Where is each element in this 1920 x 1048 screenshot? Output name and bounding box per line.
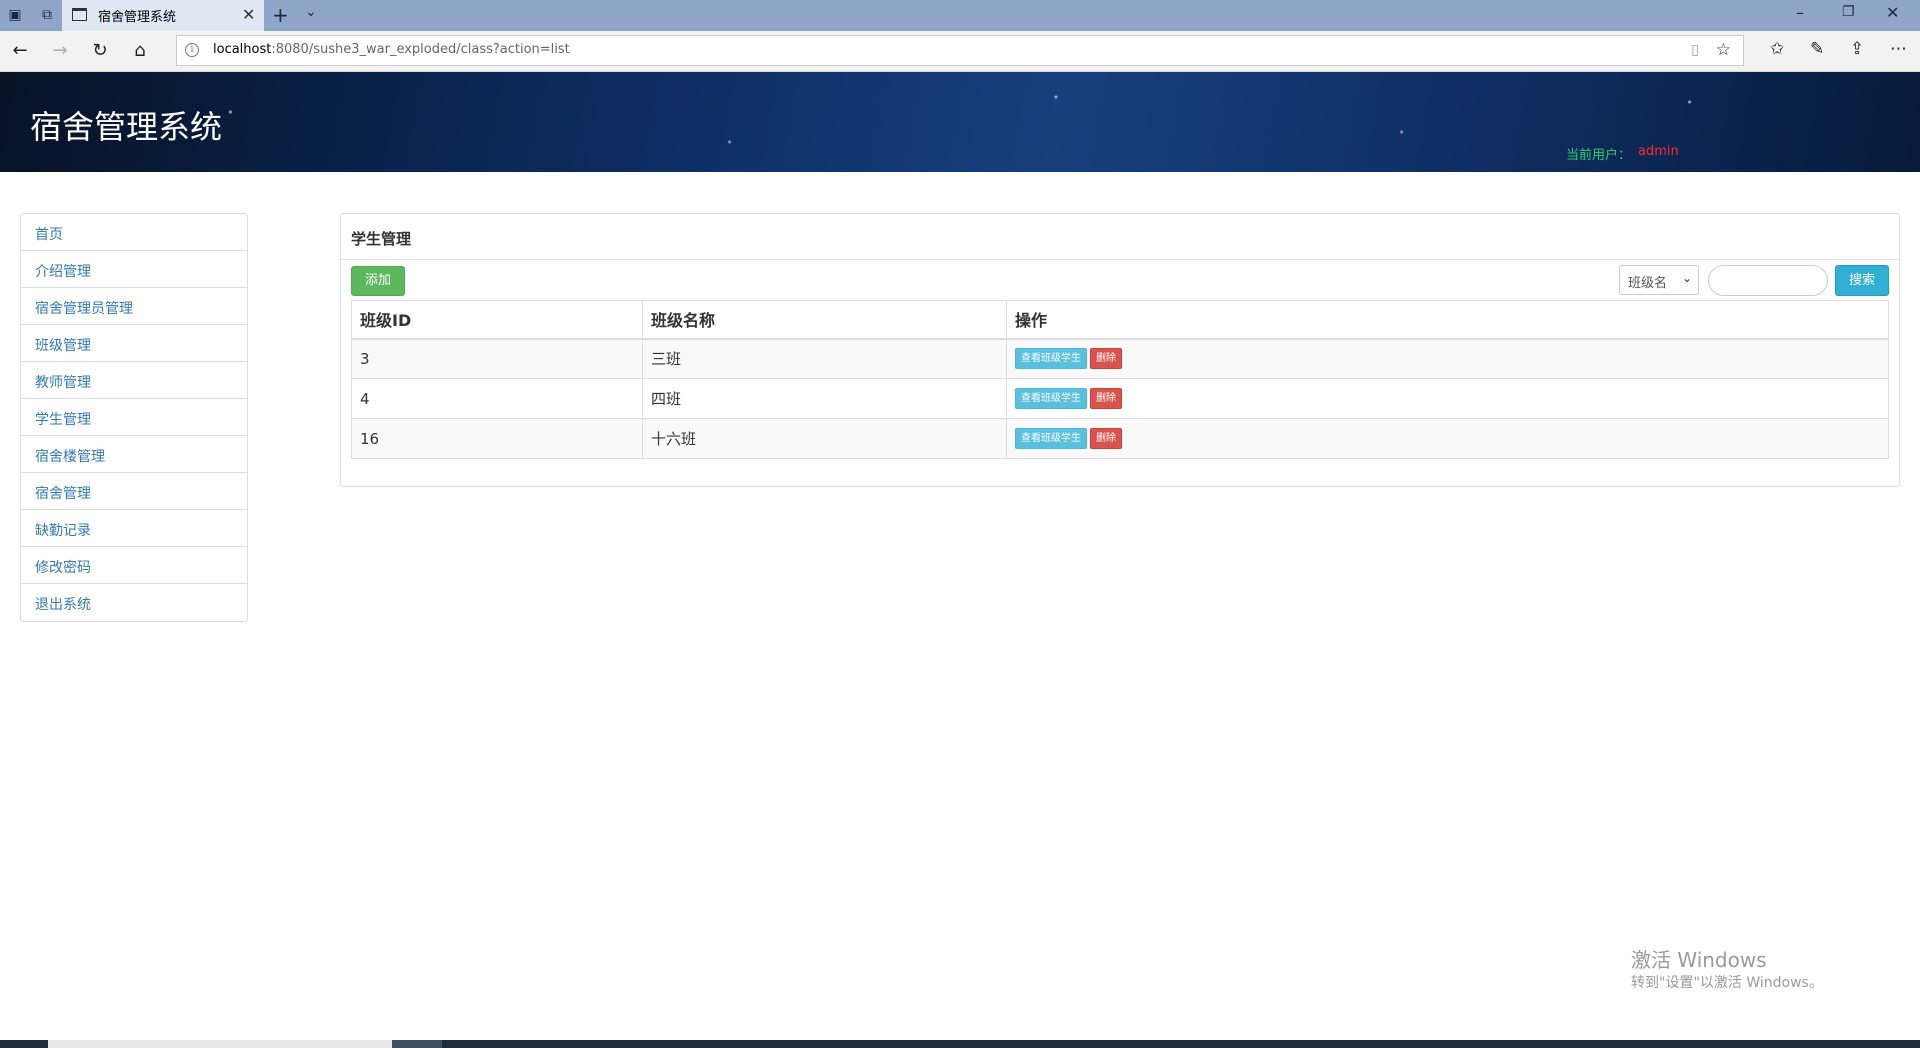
cell-class-id: 4 bbox=[351, 378, 643, 419]
url-host: localhost bbox=[213, 42, 272, 57]
search-input[interactable] bbox=[1708, 265, 1828, 296]
tab-title: 宿舍管理系统 bbox=[98, 10, 177, 25]
pen-icon[interactable]: ✎ bbox=[1810, 39, 1824, 59]
sidebar-item-absence[interactable]: 缺勤记录 bbox=[21, 510, 247, 547]
cell-actions: 查看班级学生 删除 bbox=[1006, 338, 1889, 379]
close-icon[interactable]: ✕ bbox=[1886, 3, 1899, 22]
forward-icon[interactable]: → bbox=[48, 40, 72, 61]
home-icon[interactable]: ⌂ bbox=[128, 40, 152, 61]
view-students-button[interactable]: 查看班级学生 bbox=[1015, 388, 1087, 409]
taskbar bbox=[0, 1040, 1920, 1048]
new-tab-icon[interactable]: + bbox=[272, 3, 289, 27]
more-icon[interactable]: ⋯ bbox=[1890, 39, 1907, 59]
table-header-row: 班级ID 班级名称 操作 bbox=[351, 300, 1889, 340]
info-icon[interactable]: i bbox=[185, 43, 199, 57]
tab-preview-icon[interactable]: ▣ bbox=[4, 5, 26, 25]
table-row: 3 三班 查看班级学生 删除 bbox=[351, 338, 1889, 379]
cell-actions: 查看班级学生 删除 bbox=[1006, 378, 1889, 419]
sidebar-item-students[interactable]: 学生管理 bbox=[21, 399, 247, 436]
class-table: 班级ID 班级名称 操作 3 三班 查看班级学生 删除 4 四班 查看班级学生 删除 bbox=[351, 300, 1889, 459]
refresh-icon[interactable]: ↻ bbox=[88, 40, 112, 61]
sidebar-item-home[interactable]: 首页 bbox=[21, 214, 247, 251]
view-students-button[interactable]: 查看班级学生 bbox=[1015, 348, 1087, 370]
cell-class-id: 16 bbox=[351, 418, 643, 459]
delete-button[interactable]: 删除 bbox=[1090, 428, 1122, 449]
cell-class-id: 3 bbox=[351, 338, 643, 379]
close-icon[interactable]: ✕ bbox=[242, 5, 255, 24]
share-icon[interactable]: ⇪ bbox=[1850, 39, 1864, 59]
browser-tab-bar: ▣ ⧉ 宿舍管理系统 ✕ + ⌄ – ❐ ✕ bbox=[0, 0, 1920, 31]
site-title: 宿舍管理系统 bbox=[30, 109, 223, 145]
restore-icon[interactable]: ❐ bbox=[1842, 4, 1855, 20]
sidebar-item-change-password[interactable]: 修改密码 bbox=[21, 547, 247, 584]
current-user-name: admin bbox=[1638, 144, 1679, 159]
sidebar-item-introduction[interactable]: 介绍管理 bbox=[21, 251, 247, 288]
url-text: localhost:8080/sushe3_war_exploded/class… bbox=[213, 42, 570, 57]
search-field-select[interactable]: 班级名 ⌄ bbox=[1619, 265, 1699, 295]
search-button[interactable]: 搜索 bbox=[1835, 265, 1889, 296]
view-students-button[interactable]: 查看班级学生 bbox=[1015, 428, 1087, 449]
activation-watermark-title: 激活 Windows bbox=[1631, 948, 1767, 972]
sidebar-item-dorm-admins[interactable]: 宿舍管理员管理 bbox=[21, 288, 247, 325]
column-header-actions: 操作 bbox=[1006, 300, 1889, 340]
table-toolbar: 添加 班级名 ⌄ 搜索 bbox=[341, 260, 1899, 300]
table-row: 4 四班 查看班级学生 删除 bbox=[351, 378, 1889, 419]
url-path: :8080/sushe3_war_exploded/class?action=l… bbox=[271, 42, 570, 57]
activation-watermark-subtitle: 转到"设置"以激活 Windows。 bbox=[1631, 975, 1823, 991]
delete-button[interactable]: 删除 bbox=[1090, 348, 1122, 370]
sidebar-item-teachers[interactable]: 教师管理 bbox=[21, 362, 247, 399]
chevron-down-icon[interactable]: ⌄ bbox=[305, 4, 317, 20]
browser-tab[interactable]: 宿舍管理系统 ✕ bbox=[62, 0, 264, 31]
browser-nav-bar: ← → ↻ ⌂ i localhost:8080/sushe3_war_expl… bbox=[0, 31, 1920, 72]
reading-view-icon[interactable]: ▯ bbox=[1691, 42, 1699, 58]
panel-title: 学生管理 bbox=[341, 214, 1899, 260]
sidebar-item-dorms[interactable]: 宿舍管理 bbox=[21, 473, 247, 510]
sidebar-item-logout[interactable]: 退出系统 bbox=[21, 584, 247, 621]
table-row: 16 十六班 查看班级学生 删除 bbox=[351, 418, 1889, 459]
search-field-value: 班级名 bbox=[1628, 276, 1668, 291]
sidebar-item-buildings[interactable]: 宿舍楼管理 bbox=[21, 436, 247, 473]
minimize-icon[interactable]: – bbox=[1796, 3, 1804, 22]
cell-class-name: 四班 bbox=[642, 378, 1007, 419]
favorites-icon[interactable]: ✩ bbox=[1770, 39, 1784, 59]
cell-class-name: 十六班 bbox=[642, 418, 1007, 459]
column-header-name: 班级名称 bbox=[642, 300, 1007, 340]
address-bar[interactable]: i localhost:8080/sushe3_war_exploded/cla… bbox=[176, 35, 1744, 66]
site-header: 宿舍管理系统 当前用户： admin bbox=[0, 72, 1920, 172]
favorite-star-icon[interactable]: ☆ bbox=[1716, 40, 1731, 60]
cell-class-name: 三班 bbox=[642, 338, 1007, 379]
column-header-id: 班级ID bbox=[351, 300, 643, 340]
back-icon[interactable]: ← bbox=[8, 40, 32, 61]
add-button[interactable]: 添加 bbox=[351, 266, 405, 296]
sidebar-item-classes[interactable]: 班级管理 bbox=[21, 325, 247, 362]
taskbar-search[interactable] bbox=[48, 1040, 392, 1048]
cell-actions: 查看班级学生 删除 bbox=[1006, 418, 1889, 459]
chevron-down-icon: ⌄ bbox=[1681, 271, 1692, 285]
current-user-label: 当前用户： bbox=[1566, 148, 1632, 163]
page-icon bbox=[72, 8, 87, 21]
sidebar-menu: 首页 介绍管理 宿舍管理员管理 班级管理 教师管理 学生管理 宿舍楼管理 宿舍管… bbox=[20, 213, 248, 622]
taskbar-active-app[interactable] bbox=[392, 1040, 442, 1048]
set-tabs-aside-icon[interactable]: ⧉ bbox=[36, 5, 58, 25]
main-panel: 学生管理 添加 班级名 ⌄ 搜索 班级ID 班级名称 操作 3 三班 查看班级学… bbox=[340, 213, 1900, 487]
delete-button[interactable]: 删除 bbox=[1090, 388, 1122, 409]
